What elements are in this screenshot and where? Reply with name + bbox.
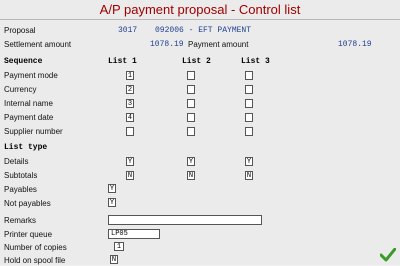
seq-payment-date-list1[interactable]: 4 <box>126 113 134 122</box>
remarks-label: Remarks <box>4 216 37 225</box>
subtotals-list1[interactable]: N <box>126 171 134 180</box>
details-list3[interactable]: Y <box>245 157 253 166</box>
list3-header: List 3 <box>241 57 270 66</box>
payables-field[interactable]: Y <box>108 184 116 193</box>
title-divider <box>0 19 400 20</box>
seq-currency-list3[interactable] <box>245 85 253 94</box>
seq-payment-date-list3[interactable] <box>245 113 253 122</box>
printer-queue-label: Printer queue <box>4 230 53 239</box>
not-payables-label: Not payables <box>4 199 51 208</box>
checkmark-icon <box>379 247 397 262</box>
remarks-input[interactable] <box>108 215 262 225</box>
proposal-label: Proposal <box>4 26 36 35</box>
subtotals-list3[interactable]: N <box>245 171 253 180</box>
seq-row-label: Payment mode <box>4 71 58 80</box>
seq-payment-mode-list2[interactable] <box>187 71 195 80</box>
seq-supplier-number-list3[interactable] <box>245 127 253 136</box>
settlement-amount-label: Settlement amount <box>4 40 72 49</box>
list1-header: List 1 <box>108 57 137 66</box>
hold-spool-field[interactable]: N <box>110 255 118 264</box>
copies-input[interactable]: 1 <box>114 242 124 251</box>
proposal-description: 092006 - EFT PAYMENT <box>155 26 252 35</box>
seq-currency-list1[interactable]: 2 <box>126 85 134 94</box>
control-list-window: A/P payment proposal - Control list Prop… <box>0 0 400 265</box>
printer-queue-input[interactable]: LP05 <box>108 229 160 239</box>
seq-internal-name-list1[interactable]: 3 <box>126 99 134 108</box>
payment-amount-label: Payment amount <box>188 40 249 49</box>
payables-label: Payables <box>4 185 37 194</box>
seq-payment-date-list2[interactable] <box>187 113 195 122</box>
payment-amount-value: 1078.19 <box>338 40 372 49</box>
subtotals-list2[interactable]: N <box>187 171 195 180</box>
list-type-row-label: Subtotals <box>4 171 38 180</box>
seq-row-label: Payment date <box>4 113 54 122</box>
settlement-amount-value: 1078.19 <box>150 40 184 49</box>
details-list2[interactable]: Y <box>187 157 195 166</box>
copies-label: Number of copies <box>4 243 67 252</box>
list-type-row-label: Details <box>4 157 29 166</box>
seq-internal-name-list2[interactable] <box>187 99 195 108</box>
not-payables-field[interactable]: Y <box>108 198 116 207</box>
seq-row-label: Currency <box>4 85 37 94</box>
seq-payment-mode-list1[interactable]: 1 <box>126 71 134 80</box>
list2-header: List 2 <box>182 57 211 66</box>
seq-internal-name-list3[interactable] <box>245 99 253 108</box>
details-list1[interactable]: Y <box>126 157 134 166</box>
list-type-header: List type <box>4 143 48 152</box>
seq-row-label: Supplier number <box>4 127 63 136</box>
ok-button[interactable] <box>379 247 397 262</box>
seq-payment-mode-list3[interactable] <box>245 71 253 80</box>
sequence-header: Sequence <box>4 57 43 66</box>
seq-supplier-number-list2[interactable] <box>187 127 195 136</box>
proposal-number: 3017 <box>118 26 138 35</box>
seq-supplier-number-list1[interactable] <box>126 127 134 136</box>
seq-currency-list2[interactable] <box>187 85 195 94</box>
seq-row-label: Internal name <box>4 99 53 108</box>
